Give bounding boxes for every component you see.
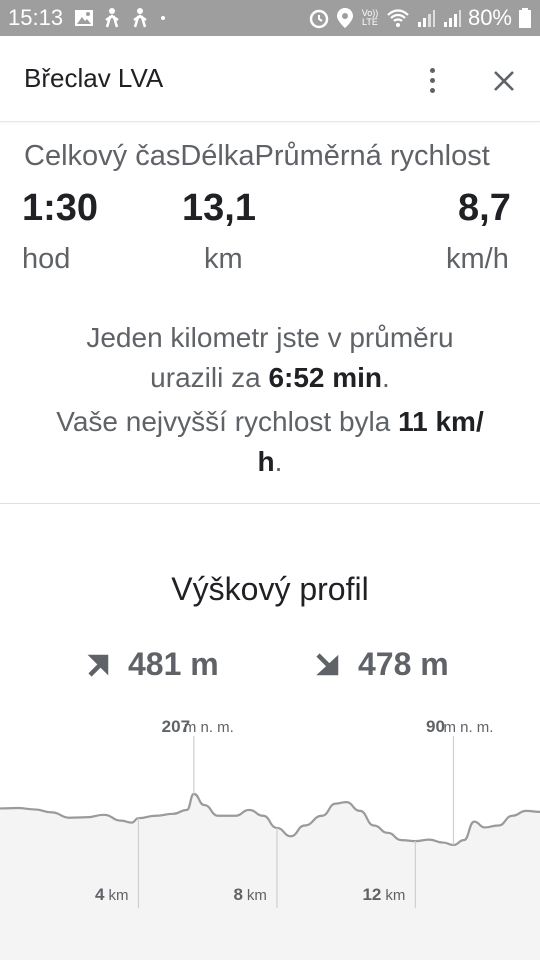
location-icon	[336, 8, 353, 28]
stat-unit-total-time: hod	[22, 243, 71, 275]
stat-labels: Celkový časDélkaPrůměrná rychlost	[24, 140, 516, 173]
page-title: Břeclav LVA	[24, 63, 164, 93]
arrow-up-right-icon	[87, 654, 109, 677]
top-speed-period: .	[274, 446, 283, 477]
stat-value-avg-speed: 8,7	[458, 187, 511, 229]
pace-value: 6:52 min	[268, 362, 383, 393]
signal-icon	[417, 10, 435, 27]
status-time: 15:13	[8, 5, 64, 30]
distance-tick-unit: km	[247, 887, 267, 904]
top-speed-line-1: Vaše nejvyšší rychlost byla 11 km/	[0, 402, 540, 442]
notification-icons	[74, 7, 168, 29]
walking-person-icon	[133, 8, 147, 28]
pace-line-1: Jeden kilometr jste v průměru	[86, 322, 454, 353]
ascent-value: 481 m	[128, 646, 219, 682]
stat-label-distance: Délka	[180, 140, 255, 172]
pace-period: .	[382, 362, 390, 393]
top-speed-value: 11 km/	[398, 406, 484, 437]
more-options-button[interactable]	[416, 60, 448, 100]
top-speed-summary: Vaše nejvyšší rychlost byla 11 km/ h.	[0, 402, 540, 482]
close-icon[interactable]	[486, 60, 522, 100]
pace-line-2: urazili za 6:52 min.	[0, 358, 540, 398]
top-speed-text: Vaše nejvyšší rychlost byla	[56, 406, 399, 437]
descent-value: 478 m	[358, 646, 449, 682]
stat-value-distance: 13,1	[182, 187, 256, 229]
distance-tick-label: 4	[95, 885, 105, 904]
pace-summary: Jeden kilometr jste v průměru urazili za…	[0, 318, 540, 398]
app-bar: Břeclav LVA	[0, 36, 540, 122]
distance-tick-label: 8	[233, 885, 242, 904]
battery-percent: 80%	[467, 5, 512, 30]
elevation-marker-label: 90	[426, 717, 445, 736]
gallery-icon	[75, 10, 93, 26]
stat-label-total-time: Celkový čas	[24, 140, 181, 172]
elevation-profile-chart: 207m n. m. 90m n. m.4 km 8 km 12 km	[0, 717, 540, 960]
dot-icon	[161, 16, 165, 20]
status-bar: 15:13 Vo)) LTE 80%	[0, 0, 540, 36]
stat-unit-distance: km	[204, 243, 243, 275]
wifi-icon	[387, 9, 409, 27]
more-vert-icon	[429, 77, 435, 83]
stat-value-total-time: 1:30	[22, 187, 99, 229]
stat-unit-avg-speed: km/h	[446, 243, 509, 275]
distance-tick-label: 12	[362, 885, 381, 904]
elevation-marker-unit: m n. m.	[184, 719, 234, 736]
elevation-ascent: 481 m	[84, 646, 219, 683]
system-icons: Vo)) LTE 80%	[308, 5, 532, 31]
stat-label-avg-speed: Průměrná rychlost	[254, 140, 490, 172]
more-vert-icon	[429, 67, 435, 73]
arrow-down-right-icon	[316, 652, 339, 675]
top-speed-value-cont: h	[257, 446, 275, 477]
more-vert-icon	[429, 87, 435, 93]
elevation-profile-title: Výškový profil	[171, 571, 369, 607]
volte-indicator: Vo)) LTE	[361, 8, 379, 27]
elevation-descent: 478 m	[314, 646, 449, 683]
pace-text: urazili za	[150, 362, 269, 393]
distance-tick-unit: km	[108, 887, 128, 904]
battery-icon	[519, 8, 531, 28]
alarm-icon	[309, 9, 329, 29]
distance-tick-unit: km	[385, 887, 405, 904]
elevation-profile-area	[0, 793, 540, 960]
signal-icon	[443, 10, 461, 27]
top-speed-line-2: h.	[0, 442, 540, 482]
elevation-marker-unit: m n. m.	[443, 719, 493, 736]
section-divider	[0, 503, 540, 504]
walking-person-icon	[105, 8, 119, 28]
